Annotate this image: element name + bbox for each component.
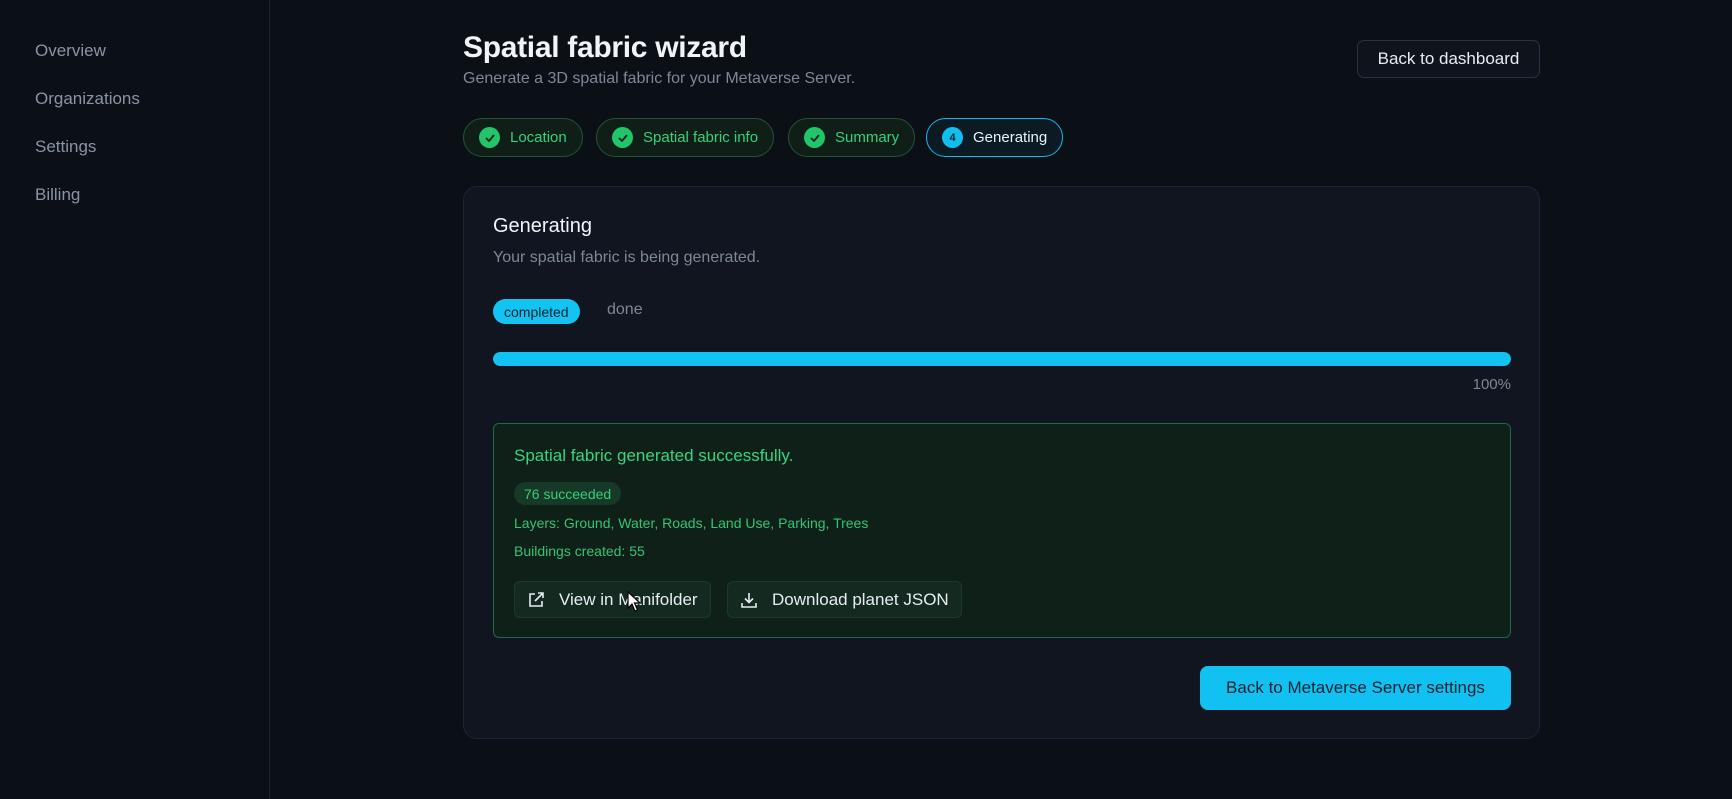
check-icon bbox=[612, 127, 633, 148]
generating-card: Generating Your spatial fabric is being … bbox=[463, 186, 1540, 739]
progress-percent: 100% bbox=[1472, 376, 1511, 393]
succeeded-count-badge: 76 succeeded bbox=[514, 482, 622, 505]
back-to-dashboard-button[interactable]: Back to dashboard bbox=[1357, 40, 1540, 78]
step-label: Spatial fabric info bbox=[643, 129, 759, 146]
status-badge: completed bbox=[493, 299, 580, 324]
success-panel: Spatial fabric generated successfully. 7… bbox=[493, 423, 1511, 638]
step-summary[interactable]: Summary bbox=[788, 118, 916, 157]
main-content: Spatial fabric wizard Generate a 3D spat… bbox=[463, 0, 1540, 799]
progress-fill bbox=[493, 352, 1511, 366]
check-icon bbox=[804, 127, 825, 148]
sidebar-item-settings[interactable]: Settings bbox=[35, 137, 96, 157]
sidebar: Overview Organizations Settings Billing bbox=[0, 0, 270, 799]
layers-label: Layers: bbox=[514, 515, 560, 531]
progress-bar bbox=[493, 352, 1511, 366]
download-planet-json-button[interactable]: Download planet JSON bbox=[727, 581, 962, 618]
step-number: 4 bbox=[942, 127, 963, 148]
sidebar-item-overview[interactable]: Overview bbox=[35, 41, 106, 61]
view-in-manifolder-button[interactable]: View in Manifolder bbox=[514, 581, 711, 618]
download-button-label: Download planet JSON bbox=[772, 589, 949, 609]
check-icon bbox=[479, 127, 500, 148]
layers-value: Ground, Water, Roads, Land Use, Parking,… bbox=[563, 515, 869, 531]
sidebar-item-organizations[interactable]: Organizations bbox=[35, 89, 140, 109]
page-subtitle: Generate a 3D spatial fabric for your Me… bbox=[463, 70, 856, 87]
step-label: Location bbox=[510, 129, 567, 146]
step-spatial-fabric-info[interactable]: Spatial fabric info bbox=[596, 118, 775, 157]
buildings-line: Buildings created: 55 bbox=[514, 543, 645, 559]
buildings-value: 55 bbox=[629, 543, 645, 559]
step-location[interactable]: Location bbox=[463, 118, 583, 157]
sidebar-item-billing[interactable]: Billing bbox=[35, 185, 80, 205]
layers-line: Layers: Ground, Water, Roads, Land Use, … bbox=[514, 515, 868, 531]
status-text: done bbox=[607, 301, 643, 318]
buildings-label: Buildings created: bbox=[514, 543, 626, 559]
card-description: Your spatial fabric is being generated. bbox=[493, 249, 761, 266]
step-generating[interactable]: 4 Generating bbox=[926, 118, 1064, 157]
step-label: Summary bbox=[835, 129, 900, 146]
external-link-icon bbox=[529, 591, 544, 607]
page-title: Spatial fabric wizard bbox=[463, 31, 747, 64]
download-icon bbox=[741, 592, 757, 608]
card-title: Generating bbox=[493, 215, 592, 237]
step-label: Generating bbox=[973, 129, 1048, 146]
back-to-server-settings-button[interactable]: Back to Metaverse Server settings bbox=[1200, 666, 1511, 710]
mouse-cursor-icon bbox=[627, 591, 641, 612]
success-title: Spatial fabric generated successfully. bbox=[514, 446, 794, 465]
